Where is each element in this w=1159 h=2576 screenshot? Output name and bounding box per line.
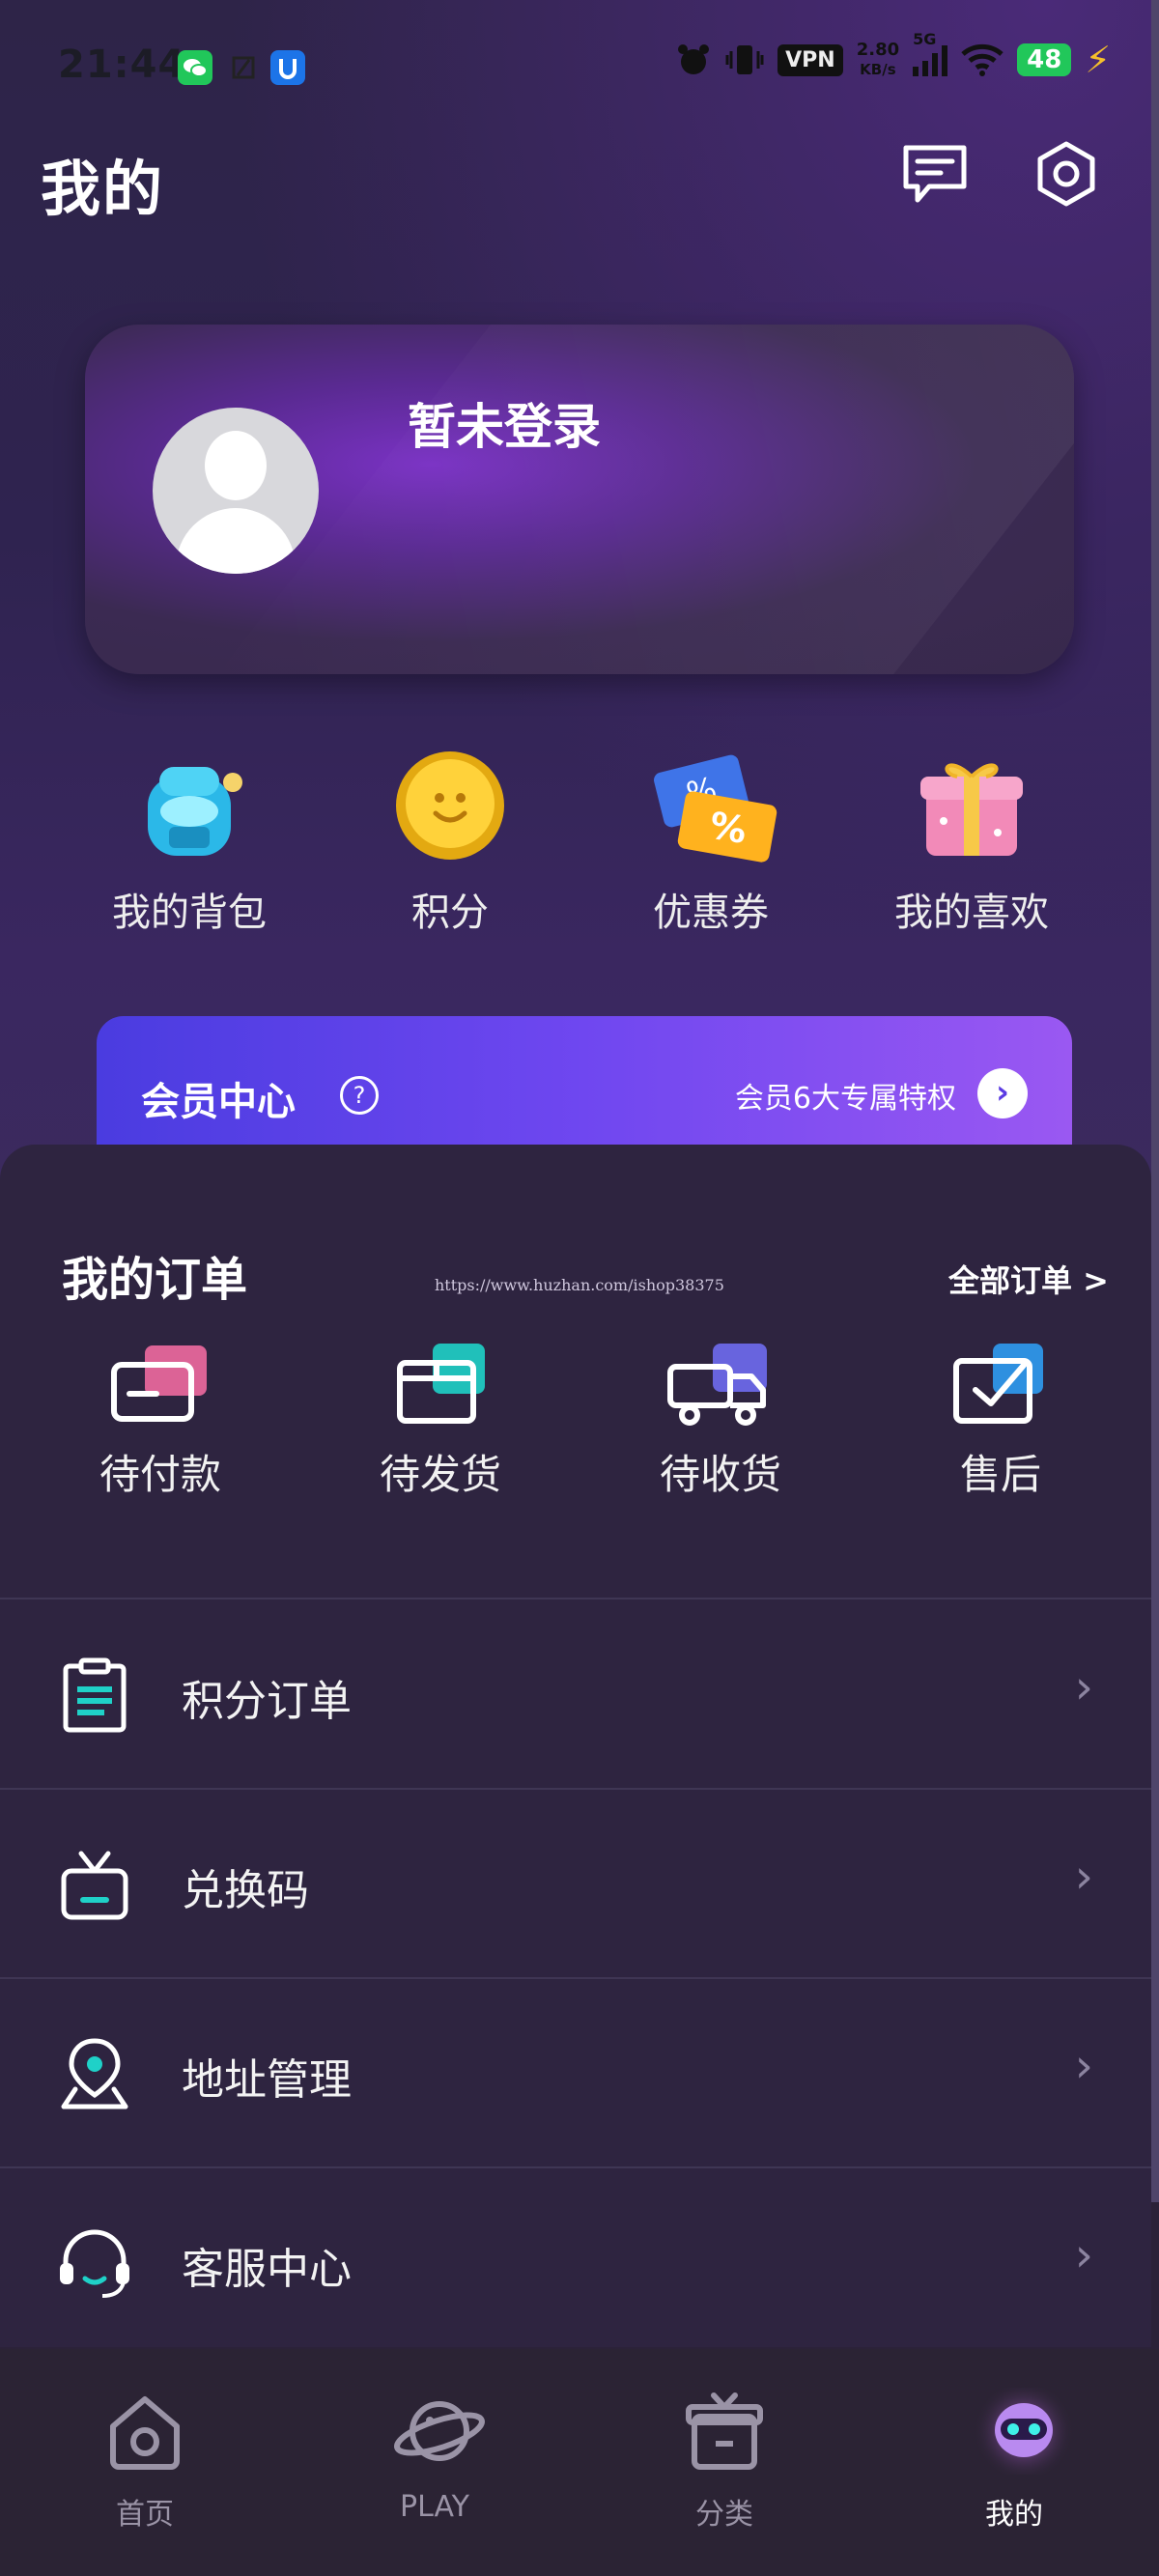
location-pin-icon (56, 2035, 133, 2112)
order-label: 售后 (959, 1451, 1041, 1498)
tab-label: PLAY (399, 2490, 469, 2524)
avatar[interactable] (153, 408, 319, 574)
all-orders-link[interactable]: 全部订单 > (948, 1257, 1109, 1301)
package-icon (382, 1338, 498, 1434)
vibrate-icon (725, 45, 764, 74)
profile-card[interactable]: 暂未登录 (85, 325, 1074, 674)
chevron-right-icon: › (1074, 2039, 1093, 2093)
notes-app-icon (226, 50, 261, 85)
chevron-right-icon[interactable]: › (977, 1068, 1028, 1118)
scrollbar[interactable] (1151, 0, 1159, 2202)
help-icon[interactable]: ? (340, 1076, 379, 1115)
account-panel: 我的订单 https://www.huzhan.com/ishop38375 全… (0, 1145, 1151, 2347)
delivery-truck-icon (663, 1338, 778, 1434)
quick-link-label: 我的喜欢 (894, 891, 1049, 935)
settings-icon[interactable] (1028, 135, 1105, 212)
quick-link-backpack[interactable]: 我的背包 (73, 744, 305, 937)
status-indicators: VPN 2.80 KB/s 5G 48 ⚡ (675, 30, 1111, 81)
backpack-icon (127, 744, 252, 869)
home-icon (101, 2388, 188, 2475)
tab-category[interactable]: 分类 (628, 2388, 821, 2533)
svg-text:%: % (706, 804, 749, 852)
order-pending-receipt[interactable]: 待收货 (614, 1338, 827, 1501)
menu-item-customer-service[interactable]: 客服中心 › (0, 2168, 1151, 2356)
order-label: 待发货 (379, 1451, 501, 1498)
order-after-sales[interactable]: 售后 (894, 1338, 1107, 1501)
login-status[interactable]: 暂未登录 (408, 388, 601, 458)
planet-icon (391, 2388, 485, 2475)
chevron-right-icon: › (1074, 2228, 1093, 2282)
menu-item-address[interactable]: 地址管理 › (0, 1979, 1151, 2166)
message-icon[interactable] (896, 135, 974, 212)
order-pending-shipment[interactable]: 待发货 (334, 1338, 547, 1501)
coupon-icon: %% (648, 744, 777, 869)
status-time: 21:44 (58, 42, 186, 87)
quick-link-label: 我的背包 (112, 891, 267, 935)
tab-label: 首页 (116, 2498, 174, 2532)
divider (0, 1598, 1151, 1599)
bottom-tab-bar: 首页 PLAY 分类 我的 (0, 2349, 1159, 2576)
order-label: 待收货 (659, 1451, 781, 1498)
robot-avatar-icon (971, 2381, 1074, 2481)
tab-label: 我的 (985, 2498, 1043, 2532)
tab-label: 分类 (695, 2498, 753, 2532)
menu-item-label: 兑换码 (182, 1866, 309, 1915)
gift-box-icon (909, 744, 1034, 869)
shield-app-icon (270, 50, 305, 85)
net-speed-value: 2.80 (856, 40, 900, 60)
member-privileges-link[interactable]: 会员6大专属特权 (735, 1074, 956, 1117)
battery-level: 48 (1017, 43, 1072, 76)
category-box-icon (681, 2388, 768, 2475)
payment-card-icon (102, 1338, 218, 1434)
quick-link-label: 积分 (411, 891, 489, 935)
member-center-title: 会员中心 (141, 1080, 296, 1124)
status-bar: 21:44 VPN 2.80 KB/s 5G 48 ⚡ (0, 0, 1159, 135)
headset-icon (56, 2224, 133, 2302)
card-decoration (188, 325, 1074, 674)
quick-link-favorites[interactable]: 我的喜欢 (856, 744, 1088, 937)
alarm-icon (678, 44, 710, 74)
wechat-icon (178, 50, 212, 85)
order-label: 待付款 (99, 1451, 221, 1498)
menu-item-label: 积分订单 (182, 1677, 352, 1726)
after-sales-icon (943, 1338, 1059, 1434)
tab-play[interactable]: PLAY (338, 2388, 531, 2524)
wifi-icon (961, 43, 1004, 76)
menu-item-label: 客服中心 (182, 2245, 352, 2294)
chevron-right-icon: › (1074, 1660, 1093, 1714)
order-pending-payment[interactable]: 待付款 (54, 1338, 267, 1501)
net-speed-unit: KB/s (860, 61, 896, 78)
watermark: https://www.huzhan.com/ishop38375 (435, 1276, 724, 1294)
tab-mine[interactable]: 我的 (918, 2381, 1111, 2533)
charging-bolt-icon: ⚡ (1085, 39, 1111, 81)
menu-item-points-orders[interactable]: 积分订单 › (0, 1600, 1151, 1788)
chevron-right-icon: › (1074, 1850, 1093, 1904)
vpn-badge: VPN (777, 43, 843, 76)
quick-link-points[interactable]: 积分 (334, 744, 566, 937)
net-speed: 2.80 KB/s (857, 41, 899, 79)
signal-icon: 5G (913, 30, 948, 76)
orders-title: 我的订单 (62, 1253, 248, 1307)
network-type: 5G (913, 30, 937, 48)
page-title: 我的 (41, 154, 165, 224)
menu-item-label: 地址管理 (182, 2055, 352, 2105)
quick-link-coupons[interactable]: %% 优惠券 (595, 744, 827, 937)
menu-item-redeem-code[interactable]: 兑换码 › (0, 1790, 1151, 1977)
redeem-gift-icon (56, 1846, 133, 1923)
coin-icon (387, 744, 513, 869)
clipboard-icon (56, 1656, 133, 1734)
tab-home[interactable]: 首页 (48, 2388, 241, 2533)
quick-link-label: 优惠券 (653, 891, 769, 935)
